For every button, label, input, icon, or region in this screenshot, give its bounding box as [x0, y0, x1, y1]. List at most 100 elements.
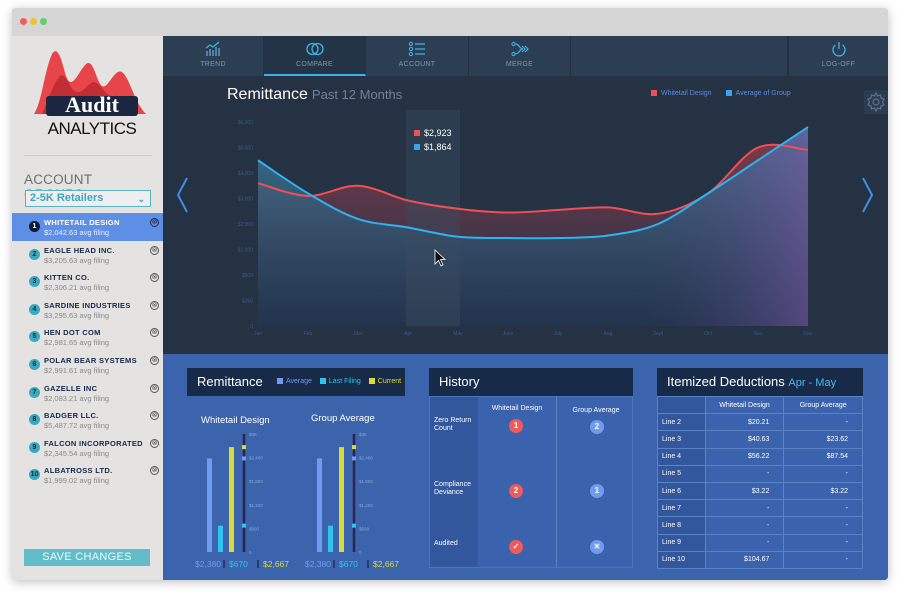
data-point-whitetail[interactable] [756, 146, 760, 150]
account-name: EAGLE HEAD INC. [44, 245, 115, 255]
data-point-group[interactable] [556, 236, 560, 240]
group-select[interactable]: 2-5K Retailers ⌄ [25, 190, 151, 207]
data-point-whitetail[interactable] [406, 198, 410, 202]
account-item[interactable]: 9 FALCON INCORPORATED $2,345.54 avg filing… [12, 434, 163, 462]
row-label: Line 7 [657, 499, 706, 518]
row-label: Line 6 [657, 481, 706, 501]
x-tick-label: Mar [354, 331, 363, 337]
data-point-whitetail[interactable] [506, 211, 510, 215]
remove-account-icon[interactable]: ⊗ [150, 300, 159, 310]
x-tick-label: Aug [604, 331, 613, 337]
history-col-whitetail: Whitetail Design [491, 405, 543, 412]
previous-arrow-button[interactable] [175, 176, 189, 214]
remove-account-icon[interactable]: ⊗ [150, 355, 159, 365]
tooltip-swatch [414, 130, 420, 136]
data-point-whitetail[interactable] [606, 205, 610, 209]
data-point-whitetail[interactable] [256, 181, 260, 185]
account-item[interactable]: 6 POLAR BEAR SYSTEMS $2,991.61 avg filing ⊗ [12, 351, 163, 379]
data-point-whitetail[interactable] [806, 148, 810, 152]
settings-button[interactable] [864, 90, 888, 114]
group-value: - [783, 499, 863, 518]
mini-y-tick: 0 [249, 550, 252, 555]
remove-account-icon[interactable]: ⊗ [150, 245, 159, 255]
data-point-group[interactable] [656, 222, 660, 226]
data-point-group[interactable] [356, 217, 360, 221]
close-window-button[interactable] [20, 18, 27, 25]
save-changes-button[interactable]: SAVE CHANGES [24, 549, 150, 566]
account-item[interactable]: 3 KITTEN CO. $2,306.21 avg filing ⊗ [12, 268, 163, 296]
nav-account[interactable]: ACCOUNT [366, 36, 469, 76]
account-name: KITTEN CO. [44, 273, 90, 283]
remove-account-icon[interactable]: ⊗ [150, 438, 159, 448]
remove-account-icon[interactable]: ⊗ [150, 411, 159, 421]
remove-account-icon[interactable]: ⊗ [150, 273, 159, 283]
remove-account-icon[interactable]: ⊗ [150, 466, 159, 476]
account-item[interactable]: 8 BADGER LLC. $5,487.72 avg filing ⊗ [12, 406, 163, 434]
account-item[interactable]: 1 WHITETAIL DESIGN $2,042.63 avg filing ⊗ [12, 213, 163, 241]
account-name: BADGER LLC. [44, 411, 99, 421]
account-item[interactable]: 4 SARDINE INDUSTRIES $3,295.63 avg filing ⊗ [12, 296, 163, 324]
main-panel: TREND COMPARE ACCOUNT MERGE LOG-OFF $6,0… [163, 36, 888, 580]
mini-y-tick: 0 [359, 550, 362, 555]
divider [24, 155, 152, 156]
account-item[interactable]: 10 ALBATROSS LTD. $1,999.02 avg filing ⊗ [12, 461, 163, 489]
maximize-window-button[interactable] [40, 18, 47, 25]
compliance-group-badge: 1 [590, 484, 604, 498]
mini-y-tick: $600 [359, 526, 370, 531]
data-point-group[interactable] [456, 235, 460, 239]
nav-logoff[interactable]: LOG-OFF [788, 36, 888, 76]
table-header: Whitetail Design [704, 395, 785, 415]
data-point-group[interactable] [606, 233, 610, 237]
remove-account-icon[interactable]: ⊗ [150, 328, 159, 338]
data-point-whitetail[interactable] [356, 184, 360, 188]
nav-label: TREND [200, 61, 226, 68]
data-point-group[interactable] [256, 158, 260, 162]
data-point-group[interactable] [406, 225, 410, 229]
x-tick-label: June [503, 331, 514, 337]
nav-merge[interactable]: MERGE [469, 36, 571, 76]
minimize-window-button[interactable] [30, 18, 37, 25]
x-tick-label: May [453, 331, 463, 337]
remove-account-icon[interactable]: ⊗ [150, 218, 159, 227]
next-arrow-button[interactable] [861, 176, 875, 214]
y-tick-label: $250 [242, 299, 253, 305]
account-avg-filing: $5,487.72 avg filing [44, 421, 110, 431]
chevron-left-icon [176, 177, 188, 213]
account-item[interactable]: 2 EAGLE HEAD INC. $3,205.63 avg filing ⊗ [12, 241, 163, 269]
data-point-group[interactable] [506, 236, 510, 240]
remove-account-icon[interactable]: ⊗ [150, 383, 159, 393]
data-point-group[interactable] [756, 158, 760, 162]
legend-item-group[interactable]: Average of Group [725, 90, 791, 97]
data-point-group[interactable] [706, 191, 710, 195]
row-label: Line 5 [657, 464, 706, 483]
account-name: WHITETAIL DESIGN [44, 218, 120, 227]
whitetail-value: - [704, 464, 785, 483]
data-point-group[interactable] [306, 191, 310, 195]
table-header-blank [657, 395, 706, 415]
chart-title-text: Remittance [227, 86, 308, 103]
nav-compare[interactable]: COMPARE [264, 36, 366, 76]
whitetail-value: $104.67 [704, 550, 785, 569]
mini-y-tick: $1,800 [359, 479, 373, 484]
bar-current [229, 447, 234, 552]
whitetail-value: $20.21 [704, 413, 785, 432]
account-avg-filing: $2,042.63 avg filing [44, 228, 110, 237]
nav-trend[interactable]: TREND [163, 36, 264, 76]
data-point-whitetail[interactable] [556, 208, 560, 212]
mini-y-tick: $600 [249, 526, 260, 531]
data-point-whitetail[interactable] [656, 212, 660, 216]
account-item[interactable]: 5 HEN DOT COM $2,981.65 avg filing ⊗ [12, 323, 163, 351]
x-tick-label: July [554, 331, 563, 337]
history-header: History [429, 368, 633, 396]
account-number-badge: 7 [29, 386, 40, 398]
mini-y-tick: $1,200 [249, 503, 263, 508]
table-row: Line 9-- [657, 533, 863, 552]
data-point-whitetail[interactable] [456, 207, 460, 211]
account-number-badge: 3 [29, 276, 40, 288]
axis-marker [352, 523, 356, 528]
data-point-group[interactable] [806, 125, 810, 129]
whitetail-value: $40.63 [704, 430, 785, 449]
legend-item-whitetail[interactable]: Whitetail Design [651, 90, 712, 97]
account-item[interactable]: 7 GAZELLE INC $2,083.21 avg filing ⊗ [12, 379, 163, 407]
zero-return-group-badge: 2 [590, 420, 604, 434]
